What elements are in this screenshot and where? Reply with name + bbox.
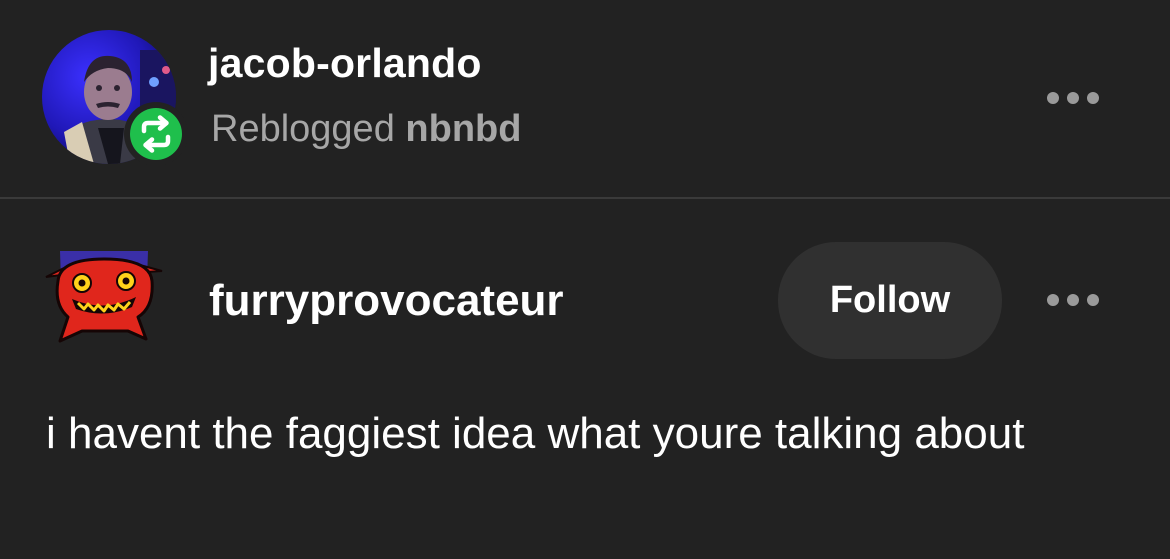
reblogger-name[interactable]: jacob-orlando (208, 40, 482, 87)
post-more-options-icon[interactable] (1045, 290, 1101, 310)
more-options-icon[interactable] (1045, 88, 1101, 108)
reblog-icon (141, 115, 171, 153)
reblog-attribution: Reblogged nbnbd (211, 108, 521, 151)
reblog-badge-fill (130, 108, 182, 160)
follow-button[interactable]: Follow (778, 242, 1002, 359)
post-body-text: i havent the faggiest idea what youre ta… (46, 409, 1025, 458)
reblog-header: jacob-orlando Reblogged nbnbd (0, 0, 1170, 198)
source-avatar[interactable] (42, 247, 166, 345)
reblogger-avatar-group[interactable] (42, 30, 188, 166)
header-divider (0, 197, 1170, 199)
post-author-name[interactable]: furryprovocateur (209, 276, 564, 326)
reblogged-label: Reblogged (211, 108, 395, 150)
red-creature-avatar-icon (45, 251, 163, 343)
reblogged-from-blog[interactable]: nbnbd (405, 108, 521, 150)
reblog-badge (124, 102, 188, 166)
